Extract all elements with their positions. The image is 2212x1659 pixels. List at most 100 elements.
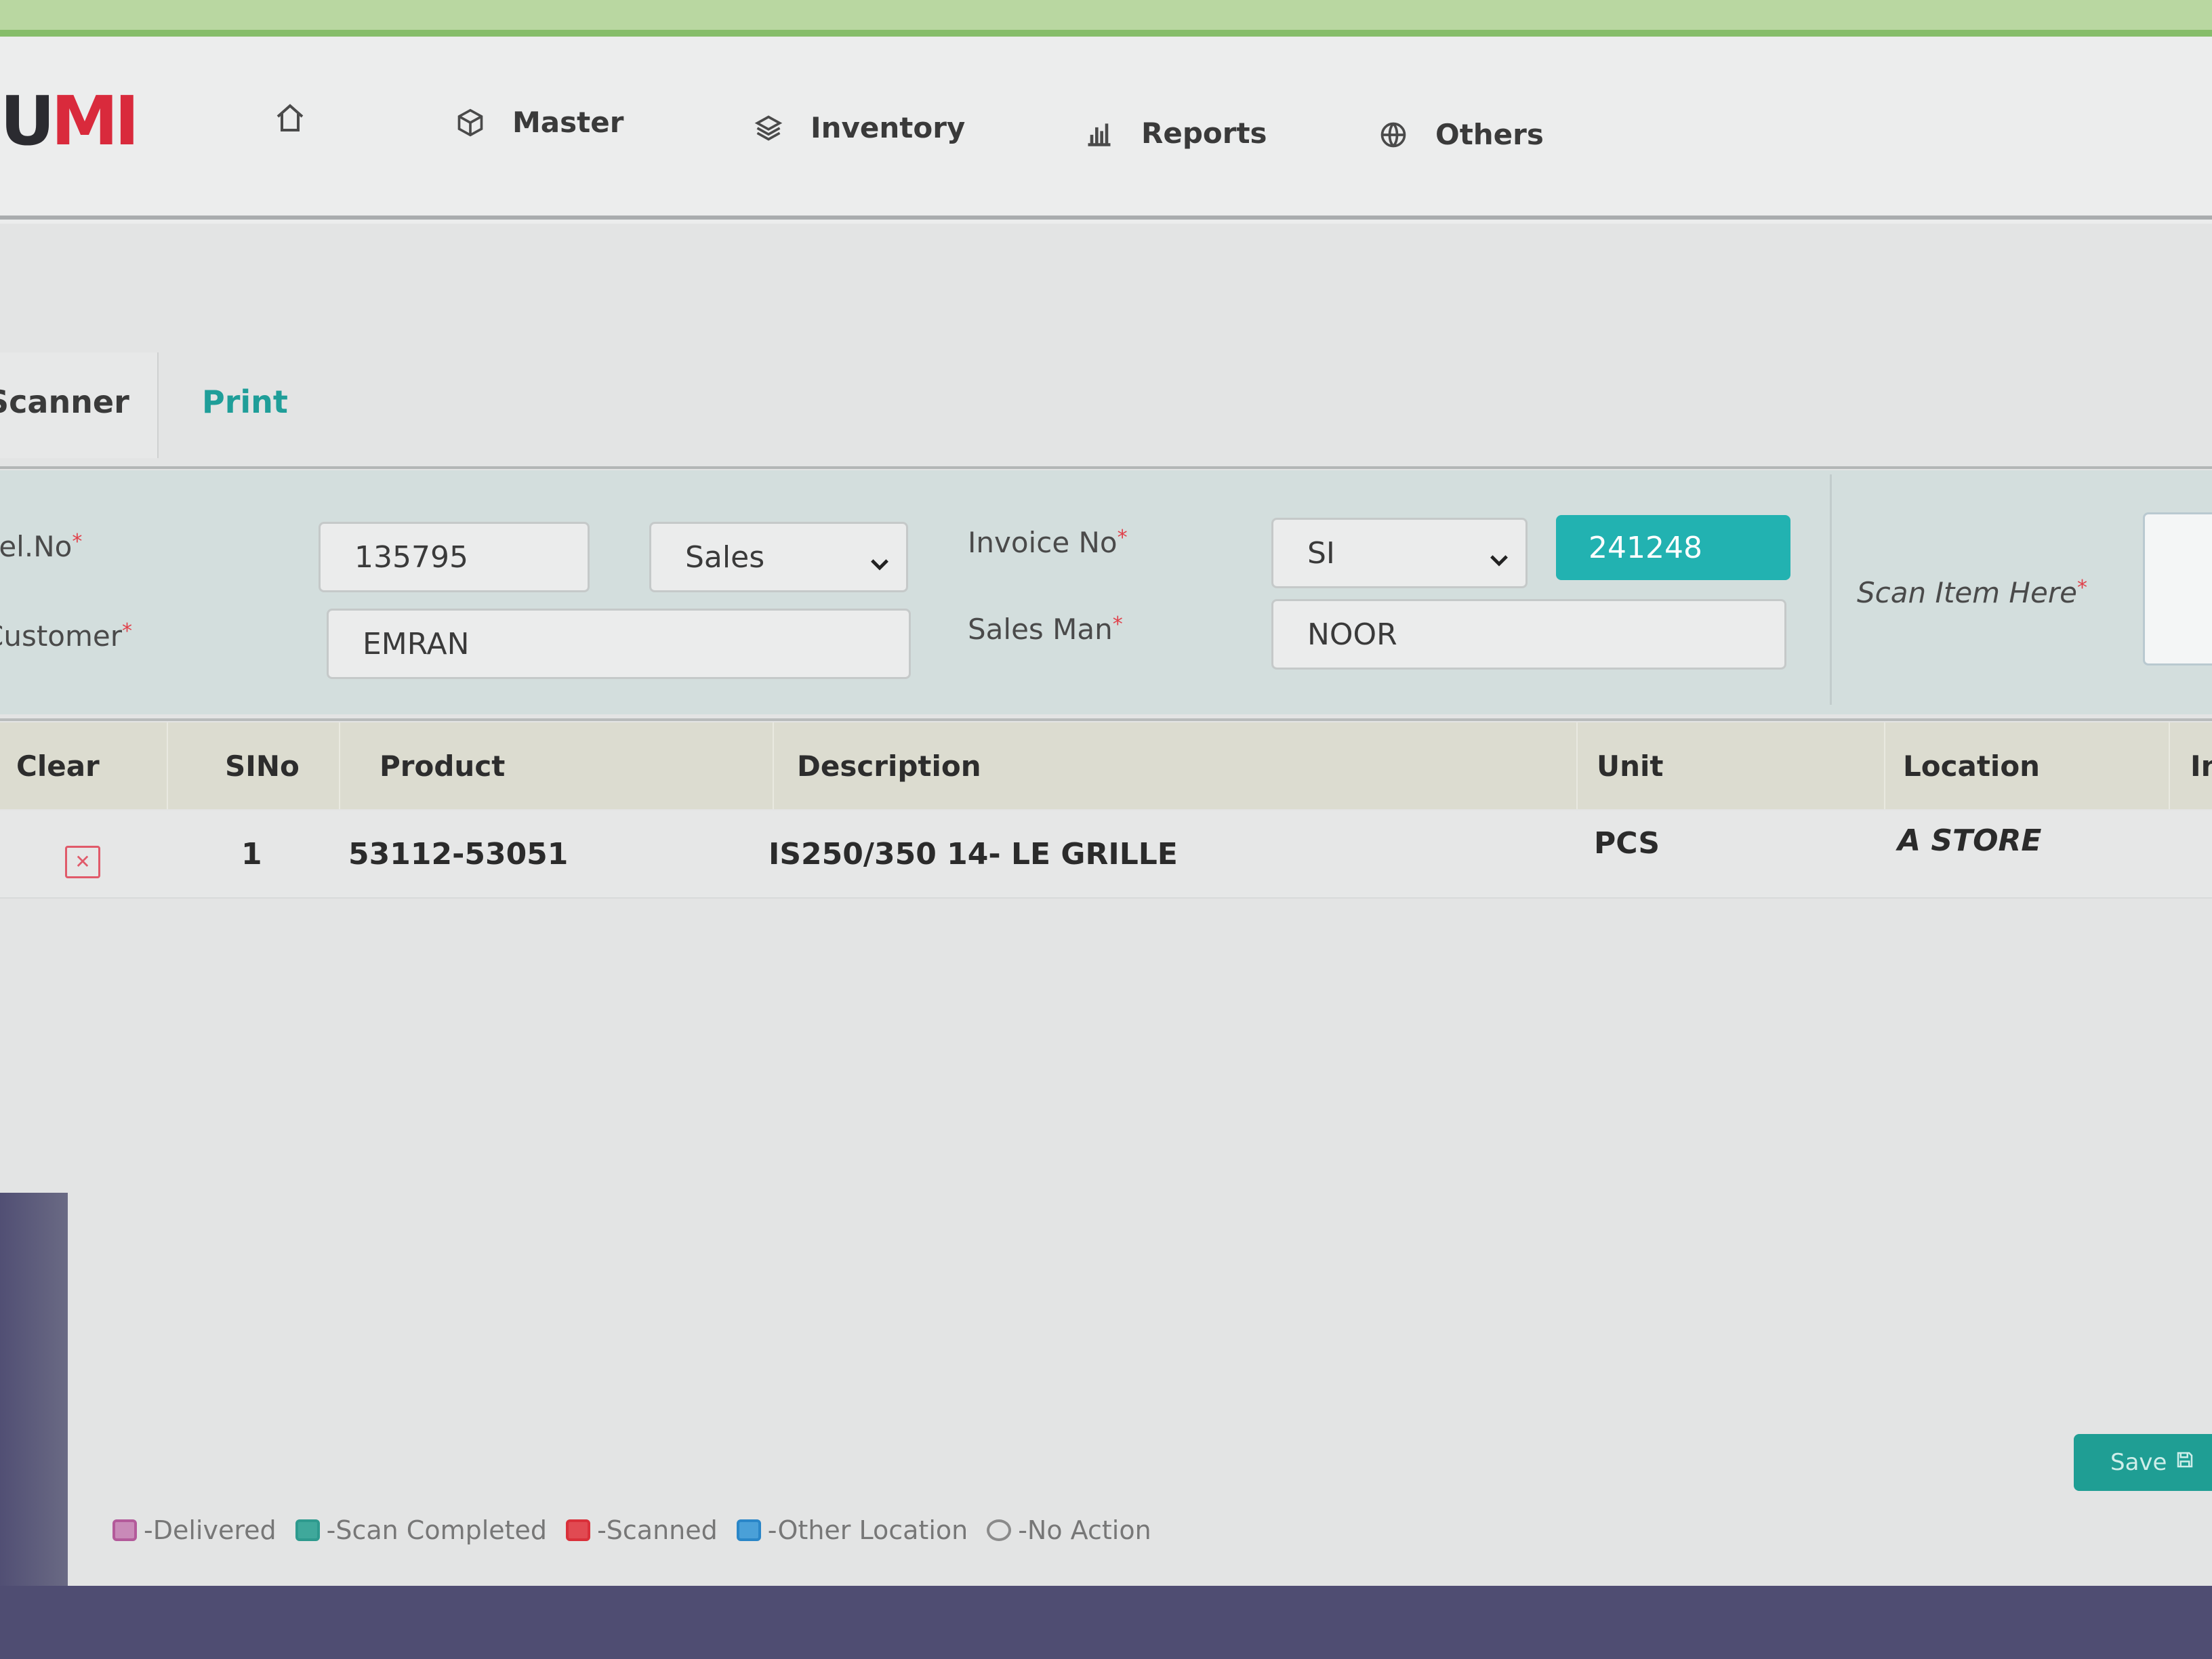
scan-item-input[interactable]: [2143, 512, 2212, 665]
type-select-value: Sales: [685, 539, 765, 575]
save-button[interactable]: Save: [2074, 1434, 2212, 1491]
type-select[interactable]: Sales: [649, 522, 908, 592]
cell-sino: 1: [241, 836, 262, 872]
col-separator: [2169, 722, 2170, 809]
col-unit: Unit: [1597, 749, 1664, 783]
nav-reports[interactable]: Reports: [1084, 117, 1267, 150]
clear-row-button[interactable]: ✕: [65, 846, 100, 878]
col-description: Description: [797, 749, 981, 783]
invoice-prefix-value: SI: [1307, 535, 1335, 571]
invoice-no-label: Invoice No*: [968, 526, 1128, 559]
nav-inventory[interactable]: Inventory: [754, 111, 965, 144]
nav-home[interactable]: [274, 102, 306, 134]
close-icon: ✕: [75, 851, 91, 873]
nav-master-label: Master: [512, 106, 624, 139]
table-row[interactable]: ✕ 1 53112-53051 IS250/350 14- LE GRILLE …: [0, 811, 2212, 899]
status-legend: -Delivered -Scan Completed -Scanned -Oth…: [112, 1515, 1164, 1545]
table-header: Clear SINo Product Description Unit Loca…: [0, 722, 2212, 809]
salesman-label: Sales Man*: [968, 613, 1123, 646]
legend-scan-completed: -Scan Completed: [295, 1515, 547, 1545]
cube-icon: [455, 108, 485, 138]
nav-others-label: Others: [1435, 118, 1544, 151]
scan-item-label: Scan Item Here*: [1857, 576, 2087, 609]
tab-bar: Scanner Print: [0, 352, 2212, 461]
col-in: In: [2190, 749, 2212, 783]
salesman-value: NOOR: [1307, 617, 1397, 652]
del-no-label-text: Del.No: [0, 530, 73, 563]
del-no-field[interactable]: 135795: [319, 522, 590, 592]
legend-other-location: -Other Location: [736, 1515, 968, 1545]
invoice-number-field[interactable]: 241248: [1556, 515, 1790, 580]
layers-icon: [754, 113, 783, 143]
required-mark: *: [2076, 576, 2087, 600]
invoice-prefix-select[interactable]: SI: [1271, 518, 1528, 588]
legend-scanned-label: -Scanned: [597, 1515, 718, 1545]
monitor-bezel-bottom: [0, 1586, 2212, 1659]
customer-value: EMRAN: [363, 626, 470, 661]
legend-scan-completed-label: -Scan Completed: [326, 1515, 548, 1545]
salesman-field[interactable]: NOOR: [1271, 599, 1786, 670]
cell-product: 53112-53051: [348, 836, 569, 872]
required-mark: *: [72, 530, 83, 554]
header-divider: [0, 216, 2212, 220]
cell-description: IS250/350 14- LE GRILLE: [769, 836, 1178, 872]
required-mark: *: [1112, 613, 1123, 636]
col-separator: [1884, 722, 1885, 809]
browser-top-strip: [0, 0, 2212, 30]
legend-scanned: -Scanned: [566, 1515, 718, 1545]
legend-swatch-no-action: [987, 1519, 1012, 1541]
table-top-border: [0, 718, 2212, 721]
legend-swatch-scan-completed: [295, 1519, 320, 1541]
cell-location: A STORE: [1898, 823, 2042, 858]
nav-inventory-label: Inventory: [811, 111, 966, 144]
salesman-label-text: Sales Man: [968, 613, 1113, 646]
save-label: Save: [2110, 1449, 2167, 1476]
col-sino: SINo: [225, 749, 300, 783]
chevron-down-icon: [1488, 544, 1511, 578]
form-divider: [1830, 474, 1832, 705]
legend-no-action-label: -No Action: [1018, 1515, 1151, 1545]
del-no-label: Del.No*: [0, 530, 82, 563]
logo-text-dark: U: [0, 81, 55, 161]
globe-icon: [1378, 120, 1408, 150]
legend-swatch-scanned: [566, 1519, 591, 1541]
customer-label-text: Customer: [0, 619, 123, 653]
customer-field[interactable]: EMRAN: [327, 609, 911, 679]
col-separator: [167, 722, 168, 809]
required-mark: *: [122, 619, 133, 643]
customer-label: Customer*: [0, 619, 132, 653]
col-product: Product: [380, 749, 506, 783]
legend-delivered-label: -Delivered: [144, 1515, 276, 1545]
col-separator: [773, 722, 774, 809]
col-location: Location: [1903, 749, 2041, 783]
required-mark: *: [1117, 526, 1128, 550]
tab-print[interactable]: Print: [202, 384, 288, 420]
invoice-number-value: 241248: [1589, 530, 1702, 565]
scan-item-label-text: Scan Item Here: [1857, 576, 2077, 609]
logo-text-red: MI: [51, 81, 140, 161]
bar-chart-icon: [1084, 119, 1114, 148]
invoice-no-label-text: Invoice No: [968, 526, 1118, 559]
tab-scanner[interactable]: Scanner: [0, 384, 129, 420]
legend-no-action: -No Action: [987, 1515, 1151, 1545]
col-clear: Clear: [16, 749, 100, 783]
col-separator: [1576, 722, 1578, 809]
legend-delivered: -Delivered: [112, 1515, 276, 1545]
legend-swatch-delivered: [112, 1519, 137, 1541]
app-screen: UMI Master Inventory Reports Others Scan…: [0, 0, 2212, 1659]
legend-swatch-other-location: [736, 1519, 761, 1541]
home-icon: [274, 102, 306, 134]
nav-others[interactable]: Others: [1378, 118, 1544, 151]
col-separator: [339, 722, 340, 809]
header-accent-line: [0, 30, 2212, 37]
app-logo[interactable]: UMI: [0, 81, 140, 161]
tabs-divider: [0, 466, 2212, 469]
chevron-down-icon: [868, 548, 891, 582]
save-icon: [2175, 1449, 2195, 1476]
nav-reports-label: Reports: [1141, 117, 1267, 150]
cell-unit: PCS: [1594, 825, 1660, 861]
legend-other-location-label: -Other Location: [767, 1515, 968, 1545]
del-no-value: 135795: [354, 539, 468, 575]
table-body: ✕ 1 53112-53051 IS250/350 14- LE GRILLE …: [0, 811, 2212, 1420]
nav-master[interactable]: Master: [455, 106, 623, 139]
